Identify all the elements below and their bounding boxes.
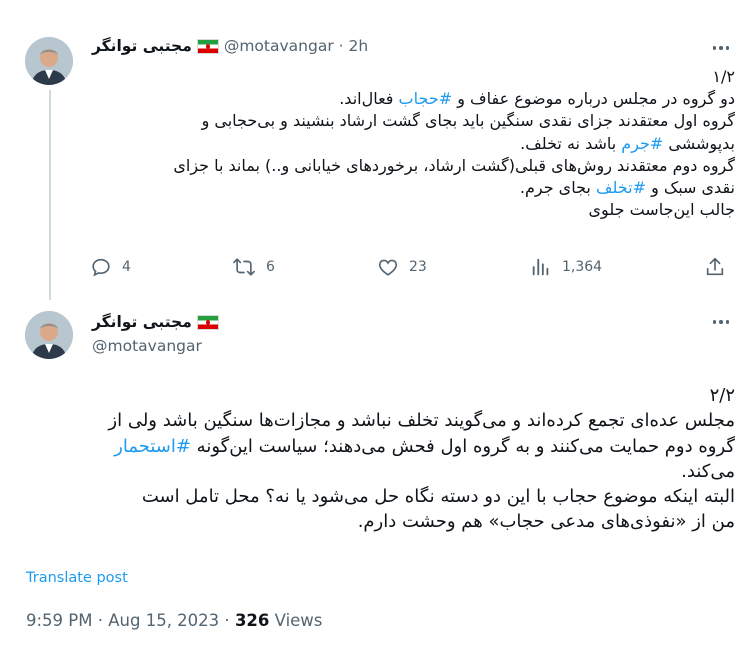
tweet2-header-handle: @motavangar — [92, 337, 202, 355]
post-time[interactable]: 9:59 PM — [26, 611, 92, 630]
like-button[interactable]: 23 — [377, 256, 427, 278]
text-line: مجلس عده‌ای تجمع کرده‌اند و می‌گویند تخل… — [108, 410, 735, 432]
tweet1-action-bar: 4 6 23 1,364 — [90, 256, 740, 282]
text-line: نقدی سبک و #تخلف بجای جرم. — [519, 178, 735, 198]
text-line: می‌کند. — [681, 460, 735, 482]
thread-connector-line — [49, 90, 51, 300]
tweet2-body: ۲/۲ مجلس عده‌ای تجمع کرده‌اند و می‌گویند… — [22, 383, 735, 535]
text-line: البته اینکه موضوع حجاب با این دو دسته نگ… — [141, 486, 735, 508]
like-icon — [378, 259, 398, 276]
text-line: من از «نفوذی‌های مدعی حجاب» هم وحشت دارم… — [357, 511, 735, 533]
views-count: 326 — [234, 611, 270, 630]
text-line: گروه دوم معتقدند روش‌های قبلی(گشت ارشاد،… — [173, 155, 735, 175]
post-metadata: 9:59 PM · Aug 15, 2023 · 326 Views — [26, 611, 323, 630]
share-icon — [706, 257, 724, 276]
tweet-counter: ۲/۲ — [709, 385, 735, 406]
hashtag-link[interactable]: #استحمار — [114, 436, 191, 457]
post-time[interactable]: 2h — [348, 37, 368, 55]
display-name[interactable]: مجتبی توانگر — [92, 37, 192, 55]
post-date[interactable]: Aug 15, 2023 — [108, 611, 219, 630]
avatar[interactable] — [25, 37, 73, 85]
avatar[interactable] — [25, 311, 73, 359]
like-count: 23 — [409, 259, 427, 275]
views-count: 1,364 — [562, 259, 603, 275]
retweet-button[interactable]: 6 — [232, 256, 275, 278]
text-line: دو گروه در مجلس درباره موضوع عفاف و #حجا… — [339, 89, 735, 109]
hashtag-link[interactable]: #تخلف — [596, 178, 646, 197]
more-icon[interactable] — [710, 311, 732, 333]
display-name[interactable]: مجتبی توانگر — [92, 313, 192, 331]
avatar-image — [25, 311, 73, 359]
text-line: جالب این‌جاست جلوی — [588, 200, 735, 220]
tweet1-header: مجتبی توانگر @motavangar · 2h — [92, 37, 368, 55]
text-line: بدپوششی #جرم باشد نه تخلف. — [520, 133, 735, 153]
views-button[interactable]: 1,364 — [530, 256, 602, 278]
hashtag-link[interactable]: #جرم — [621, 134, 663, 153]
separator-dot: · — [333, 37, 349, 55]
tweet2-header-name: مجتبی توانگر — [92, 313, 224, 331]
handle[interactable]: @motavangar — [224, 37, 334, 55]
reply-button[interactable]: 4 — [90, 256, 131, 278]
tweet1-body: ۱/۲ دو گروه در مجلس درباره موضوع عفاف و … — [90, 66, 735, 221]
handle[interactable]: @motavangar — [92, 337, 202, 355]
retweet-icon — [233, 258, 255, 276]
hashtag-link[interactable]: #حجاب — [399, 89, 453, 108]
avatar-image — [25, 37, 73, 85]
retweet-count: 6 — [266, 259, 275, 275]
reply-count: 4 — [122, 259, 131, 275]
share-button[interactable] — [704, 256, 726, 278]
tweet-counter: ۱/۲ — [712, 67, 735, 86]
reply-icon — [92, 258, 110, 277]
iran-flag-icon — [196, 38, 219, 54]
views-label: Views — [274, 611, 323, 630]
text-line: گروه اول معتقدند جزای نقدی سنگین باید بج… — [201, 111, 735, 131]
views-icon — [532, 258, 549, 276]
more-icon[interactable] — [710, 37, 732, 59]
translate-post-link[interactable]: Translate post — [26, 570, 128, 586]
text-line: گروه دوم حمایت می‌کنند و به گروه اول فحش… — [114, 435, 735, 457]
iran-flag-icon — [196, 314, 219, 330]
